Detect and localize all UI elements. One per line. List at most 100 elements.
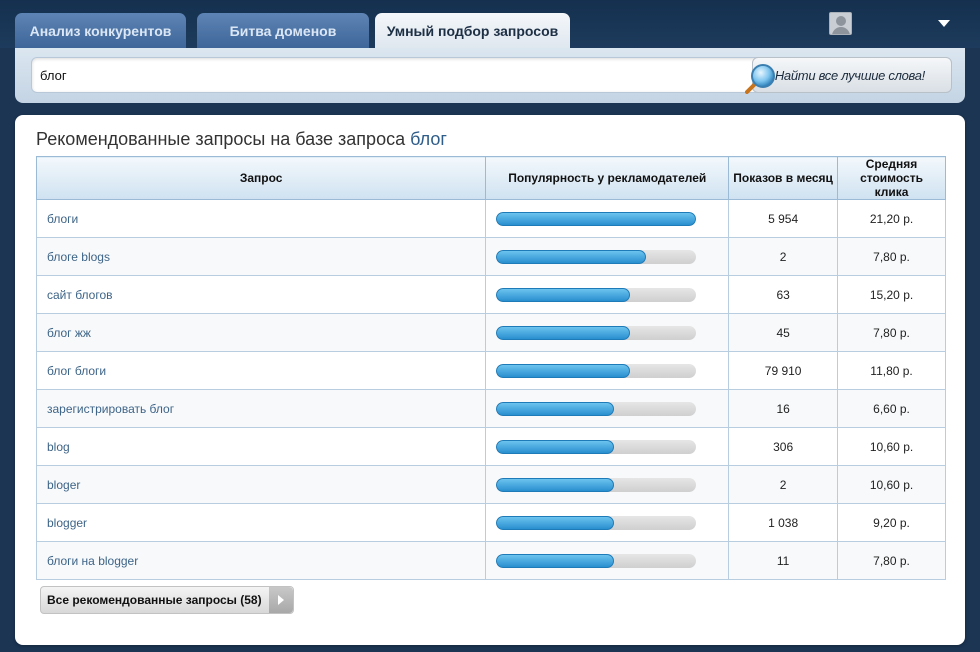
top-navigation: Анализ конкурентов Битва доменов Умный п… <box>0 0 980 48</box>
arrow-right-icon <box>269 587 293 613</box>
table-row: blogger 1 038 9,20 р. <box>35 503 946 542</box>
popularity-cell <box>485 351 730 390</box>
cpc-cell: 11,80 р. <box>837 351 946 390</box>
cpc-cell: 6,60 р. <box>837 389 946 428</box>
table-row: блоги 5 954 21,20 р. <box>35 199 946 238</box>
title-query: блог <box>410 129 447 149</box>
table-row: blog 306 10,60 р. <box>35 427 946 466</box>
table-row: блог жж 45 7,80 р. <box>35 313 946 352</box>
popularity-bar-fill <box>496 439 615 454</box>
table-row: блог блоги 79 910 11,80 р. <box>35 351 946 390</box>
popularity-bar <box>496 325 697 340</box>
tab-domain-battle[interactable]: Битва доменов <box>197 13 369 48</box>
popularity-bar <box>496 363 697 378</box>
find-best-words-label: Найти все лучшие слова! <box>774 67 925 83</box>
column-header-impressions[interactable]: Показов в месяц <box>728 156 839 200</box>
impressions-cell: 79 910 <box>728 351 839 390</box>
query-cell: блоге blogs <box>35 237 487 276</box>
popularity-cell <box>485 237 730 276</box>
popularity-cell <box>485 465 730 504</box>
popularity-bar-fill <box>496 249 647 264</box>
cpc-cell: 7,80 р. <box>837 237 946 276</box>
recommendations-table: Запрос Популярность у рекламодателей Пок… <box>35 156 946 580</box>
query-cell: сайт блогов <box>35 275 487 314</box>
popularity-bar-fill <box>496 211 697 226</box>
popularity-cell <box>485 427 730 466</box>
title-prefix: Рекомендованные запросы на базе запроса <box>36 129 406 149</box>
popularity-bar <box>496 401 697 416</box>
query-link[interactable]: blogger <box>47 516 87 530</box>
query-cell: блог жж <box>35 313 487 352</box>
query-cell: bloger <box>35 465 487 504</box>
impressions-cell: 11 <box>728 541 839 580</box>
impressions-cell: 2 <box>728 237 839 276</box>
impressions-cell: 1 038 <box>728 503 839 542</box>
all-recommended-queries-button[interactable]: Все рекомендованные запросы (58) <box>40 586 294 614</box>
all-recommended-queries-label: Все рекомендованные запросы (58) <box>47 593 262 607</box>
search-input[interactable] <box>40 60 730 90</box>
popularity-cell <box>485 503 730 542</box>
cpc-cell: 7,80 р. <box>837 313 946 352</box>
popularity-bar-fill <box>496 515 615 530</box>
popularity-bar-fill <box>496 363 631 378</box>
cpc-cell: 10,60 р. <box>837 465 946 504</box>
table-row: блоги на blogger 11 7,80 р. <box>35 541 946 580</box>
query-cell: blog <box>35 427 487 466</box>
search-box: Найти все лучшие слова! <box>31 57 952 94</box>
popularity-bar <box>496 553 697 568</box>
query-link[interactable]: сайт блогов <box>47 288 113 302</box>
popularity-cell <box>485 275 730 314</box>
popularity-cell <box>485 313 730 352</box>
magnifier-icon <box>745 64 775 94</box>
impressions-cell: 16 <box>728 389 839 428</box>
popularity-bar <box>496 515 697 530</box>
query-cell: блог блоги <box>35 351 487 390</box>
popularity-bar-fill <box>496 477 615 492</box>
dropdown-arrow-icon[interactable] <box>938 20 950 27</box>
column-header-cpc[interactable]: Средняя стоимость клика <box>837 156 946 200</box>
query-link[interactable]: блоги на blogger <box>47 554 138 568</box>
query-cell: blogger <box>35 503 487 542</box>
user-avatar-icon[interactable] <box>829 12 852 35</box>
user-menu <box>829 12 950 35</box>
query-link[interactable]: блоге blogs <box>47 250 110 264</box>
popularity-cell <box>485 541 730 580</box>
popularity-bar <box>496 287 697 302</box>
column-header-popularity[interactable]: Популярность у рекламодателей <box>485 156 730 200</box>
impressions-cell: 2 <box>728 465 839 504</box>
table-row: сайт блогов 63 15,20 р. <box>35 275 946 314</box>
cpc-cell: 21,20 р. <box>837 199 946 238</box>
popularity-bar <box>496 477 697 492</box>
tab-smart-query-selection[interactable]: Умный подбор запросов <box>375 13 570 48</box>
popularity-bar <box>496 249 697 264</box>
popularity-cell <box>485 199 730 238</box>
query-link[interactable]: блоги <box>47 212 78 226</box>
query-link[interactable]: блог жж <box>47 326 91 340</box>
query-cell: зарегистрировать блог <box>35 389 487 428</box>
popularity-bar-fill <box>496 553 615 568</box>
query-link[interactable]: блог блоги <box>47 364 106 378</box>
impressions-cell: 45 <box>728 313 839 352</box>
impressions-cell: 5 954 <box>728 199 839 238</box>
impressions-cell: 63 <box>728 275 839 314</box>
query-cell: блоги <box>35 199 487 238</box>
column-header-query[interactable]: Запрос <box>35 156 487 200</box>
popularity-bar <box>496 439 697 454</box>
table-row: зарегистрировать блог 16 6,60 р. <box>35 389 946 428</box>
search-panel: Найти все лучшие слова! <box>15 48 965 103</box>
popularity-bar-fill <box>496 401 615 416</box>
query-link[interactable]: зарегистрировать блог <box>47 402 174 416</box>
recommendations-card: Рекомендованные запросы на базе запроса … <box>15 115 965 645</box>
popularity-bar-fill <box>496 287 631 302</box>
popularity-bar <box>496 211 697 226</box>
query-cell: блоги на blogger <box>35 541 487 580</box>
find-best-words-button[interactable]: Найти все лучшие слова! <box>745 57 952 94</box>
query-link[interactable]: blog <box>47 440 70 454</box>
table-row: блоге blogs 2 7,80 р. <box>35 237 946 276</box>
table-row: bloger 2 10,60 р. <box>35 465 946 504</box>
cpc-cell: 15,20 р. <box>837 275 946 314</box>
table-header-row: Запрос Популярность у рекламодателей Пок… <box>35 156 946 200</box>
tab-competitor-analysis[interactable]: Анализ конкурентов <box>15 13 186 48</box>
query-link[interactable]: bloger <box>47 478 80 492</box>
impressions-cell: 306 <box>728 427 839 466</box>
